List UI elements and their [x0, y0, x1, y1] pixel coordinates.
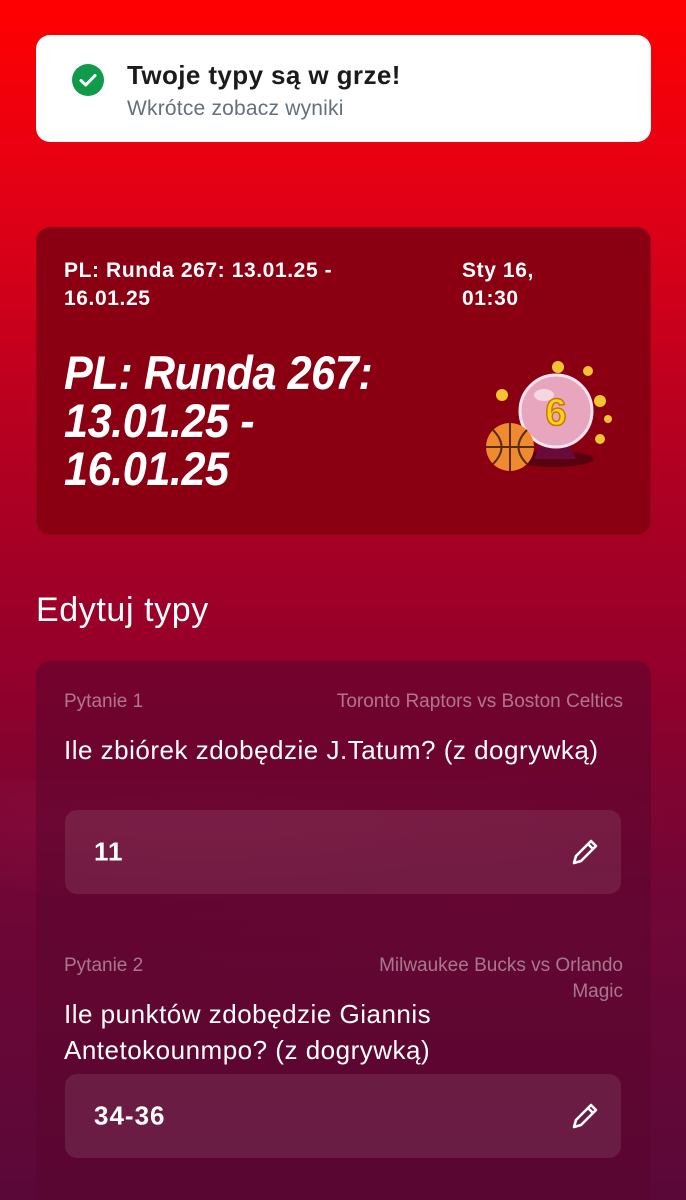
- toast-subtitle: Wkrótce zobacz wyniki: [127, 97, 344, 120]
- answer-value: 11: [94, 836, 124, 867]
- answer-field[interactable]: 11: [65, 810, 621, 894]
- questions-card: Pytanie 1 Toronto Raptors vs Boston Celt…: [36, 661, 651, 1200]
- question-label: Pytanie 1: [64, 691, 144, 712]
- check-circle-icon: [72, 64, 104, 96]
- success-toast: Twoje typy są w grze! Wkrótce zobacz wyn…: [36, 35, 651, 142]
- answer-value: 34-36: [94, 1100, 166, 1131]
- round-name-big: PL: Runda 267: 13.01.25 - 16.01.25: [64, 346, 373, 495]
- pencil-icon[interactable]: [567, 834, 603, 870]
- crystal-ball-number: 6: [545, 392, 566, 434]
- round-card: PL: Runda 267: 13.01.25 - 16.01.25 Sty 1…: [36, 227, 651, 535]
- round-date: Sty 16, 01:30: [462, 259, 534, 310]
- round-name-small: PL: Runda 267: 13.01.25 - 16.01.25: [64, 259, 333, 310]
- pencil-icon[interactable]: [567, 1098, 603, 1134]
- crystal-ball-basketball-icon: 6: [476, 359, 626, 479]
- question-match: Toronto Raptors vs Boston Celtics: [336, 691, 623, 712]
- question-label: Pytanie 2: [64, 955, 144, 976]
- question-text: Ile punktów zdobędzie Giannis Antetokoun…: [64, 999, 432, 1065]
- question-text: Ile zbiórek zdobędzie J.Tatum? (z dogryw…: [64, 735, 599, 765]
- section-title: Edytuj typy: [36, 591, 209, 629]
- answer-field[interactable]: 34-36: [65, 1074, 621, 1158]
- toast-title: Twoje typy są w grze!: [127, 60, 401, 90]
